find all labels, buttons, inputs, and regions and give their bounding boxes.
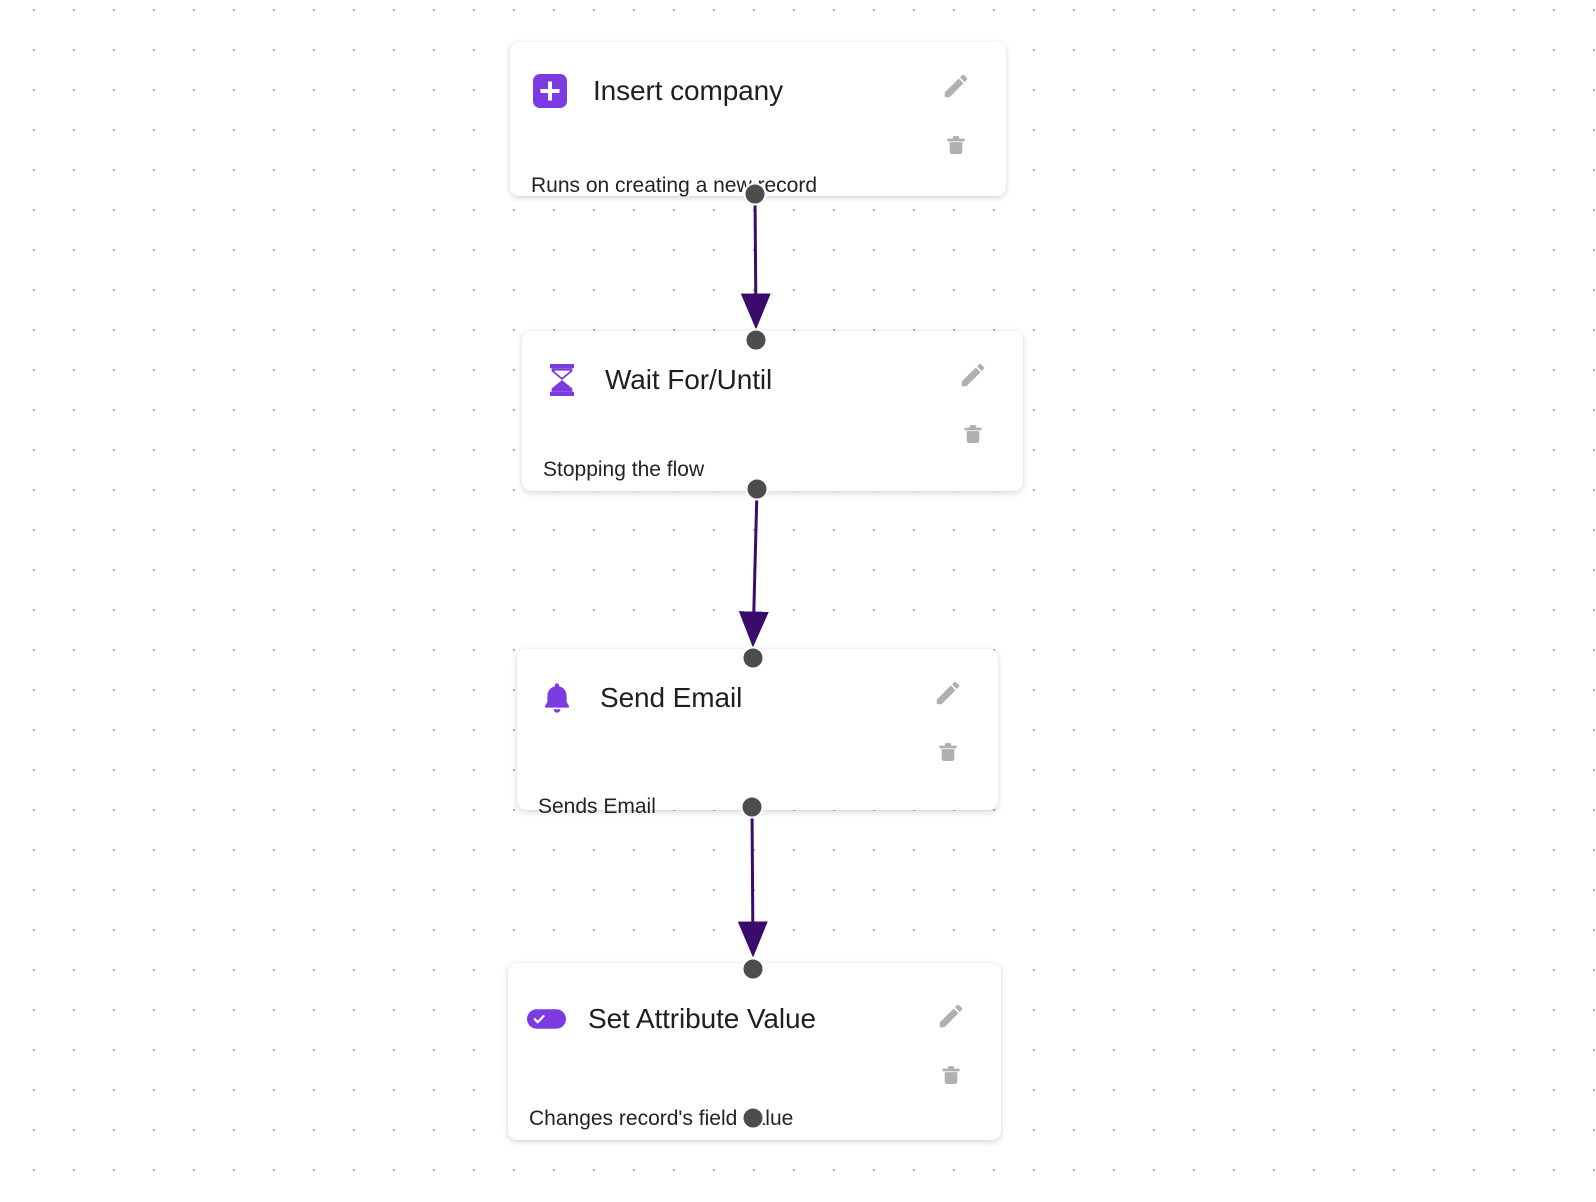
input-port[interactable] bbox=[741, 646, 765, 670]
trash-icon bbox=[947, 136, 965, 155]
node-header: Wait For/Until bbox=[544, 362, 1005, 398]
node-actions: Edit Delete bbox=[936, 66, 976, 164]
delete-button[interactable]: Delete bbox=[936, 124, 976, 164]
node-header: Set Attribute Value bbox=[527, 1001, 983, 1037]
node-subtitle: Stopping the flow bbox=[543, 458, 705, 481]
delete-button[interactable]: Delete bbox=[931, 1054, 971, 1094]
output-port[interactable] bbox=[743, 182, 767, 206]
workflow-node-insert-company[interactable]: Insert company Runs on creating a new re… bbox=[510, 42, 1006, 206]
pencil-icon bbox=[944, 74, 968, 98]
node-title: Insert company bbox=[593, 75, 784, 106]
hourglass-icon bbox=[544, 362, 580, 398]
bell-icon bbox=[539, 680, 575, 716]
toggle-check-icon bbox=[527, 1001, 566, 1037]
output-port[interactable] bbox=[741, 1106, 765, 1130]
node-header: Insert company bbox=[532, 73, 988, 109]
plus-square-icon bbox=[532, 73, 568, 109]
workflow-canvas[interactable]: Insert company Runs on creating a new re… bbox=[0, 0, 1596, 1202]
node-subtitle: Runs on creating a new record bbox=[531, 174, 817, 197]
delete-button[interactable]: Delete bbox=[953, 413, 993, 453]
node-header: Send Email bbox=[539, 680, 980, 716]
workflow-node-set-attribute-value[interactable]: Set Attribute Value Changes record's fie… bbox=[508, 957, 1001, 1140]
pencil-icon bbox=[961, 363, 985, 387]
trash-icon bbox=[939, 743, 957, 762]
edit-button[interactable]: Edit bbox=[953, 355, 993, 395]
node-subtitle: Sends Email bbox=[538, 795, 656, 818]
edit-button[interactable]: Edit bbox=[931, 996, 971, 1036]
edit-button[interactable]: Edit bbox=[928, 673, 968, 713]
connector-wait-for-until-to-send-email bbox=[738, 488, 769, 648]
pencil-icon bbox=[939, 1004, 963, 1028]
edit-button[interactable]: Edit bbox=[936, 66, 976, 106]
output-port[interactable] bbox=[740, 795, 764, 819]
trash-icon bbox=[942, 1066, 960, 1085]
node-actions: Edit Delete bbox=[953, 355, 993, 453]
delete-button[interactable]: Delete bbox=[928, 731, 968, 771]
node-title: Set Attribute Value bbox=[588, 1003, 816, 1034]
trash-icon bbox=[964, 425, 982, 444]
node-actions: Edit Delete bbox=[931, 996, 971, 1094]
workflow-node-wait-for-until[interactable]: Wait For/Until Stopping the flow Edit De… bbox=[522, 328, 1023, 501]
pencil-icon bbox=[936, 681, 960, 705]
output-port[interactable] bbox=[745, 477, 769, 501]
workflow-node-send-email[interactable]: Send Email Sends Email Edit Delete bbox=[517, 646, 998, 819]
node-title: Wait For/Until bbox=[605, 364, 773, 395]
node-actions: Edit Delete bbox=[928, 673, 968, 771]
input-port[interactable] bbox=[741, 957, 765, 981]
connector-send-email-to-set-attribute-value bbox=[737, 806, 768, 958]
connector-insert-company-to-wait-for-until bbox=[740, 193, 771, 330]
node-title: Send Email bbox=[600, 682, 743, 713]
input-port[interactable] bbox=[744, 328, 768, 352]
